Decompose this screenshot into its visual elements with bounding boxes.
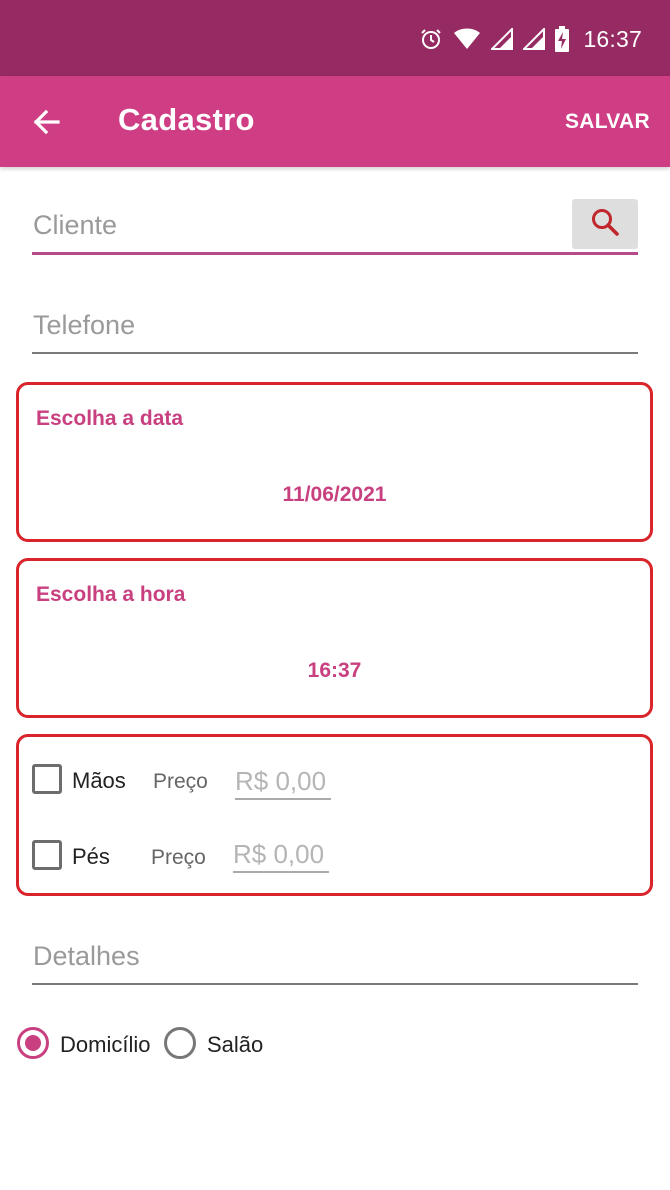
cliente-underline [32, 252, 638, 255]
signal-icon [523, 28, 546, 50]
salao-radio[interactable] [164, 1027, 196, 1059]
radio-label-salao[interactable]: Salão [207, 1032, 263, 1058]
detalhes-input[interactable] [32, 935, 638, 985]
date-card-label: Escolha a data [36, 407, 184, 430]
service-name: Mãos [72, 768, 126, 793]
price-label: Preço [151, 846, 206, 869]
price-label: Preço [153, 770, 208, 793]
search-button[interactable] [572, 199, 638, 249]
maos-checkbox[interactable] [32, 764, 62, 794]
pes-checkbox[interactable] [32, 840, 62, 870]
status-bar: 16:37 [0, 0, 670, 76]
pes-price-input[interactable] [233, 837, 329, 873]
wifi-icon [453, 27, 481, 51]
domicilio-radio[interactable] [17, 1027, 49, 1059]
page-title: Cadastro [118, 102, 255, 137]
service-name: Pés [72, 844, 110, 869]
alarm-icon [419, 27, 443, 51]
date-value[interactable]: 11/06/2021 [19, 483, 650, 507]
save-button[interactable]: SALVAR [565, 110, 650, 134]
radio-label-domicilio[interactable]: Domicílio [60, 1032, 150, 1058]
arrow-left-icon [28, 109, 64, 144]
signal-icon [491, 28, 514, 50]
date-card[interactable]: Escolha a data 11/06/2021 [16, 382, 653, 542]
back-button[interactable] [28, 104, 64, 140]
telefone-input[interactable] [32, 304, 638, 354]
cliente-input[interactable] [32, 205, 572, 255]
status-icons: 16:37 [419, 22, 642, 56]
search-icon [590, 207, 620, 242]
battery-charging-icon [555, 26, 570, 52]
time-card-label: Escolha a hora [36, 583, 186, 606]
app-bar: Cadastro SALVAR [0, 76, 670, 167]
time-value[interactable]: 16:37 [19, 659, 650, 683]
maos-price-input[interactable] [235, 764, 331, 800]
time-card[interactable]: Escolha a hora 16:37 [16, 558, 653, 718]
services-card: Mãos Preço Pés Preço [16, 734, 653, 896]
status-time: 16:37 [583, 25, 642, 52]
